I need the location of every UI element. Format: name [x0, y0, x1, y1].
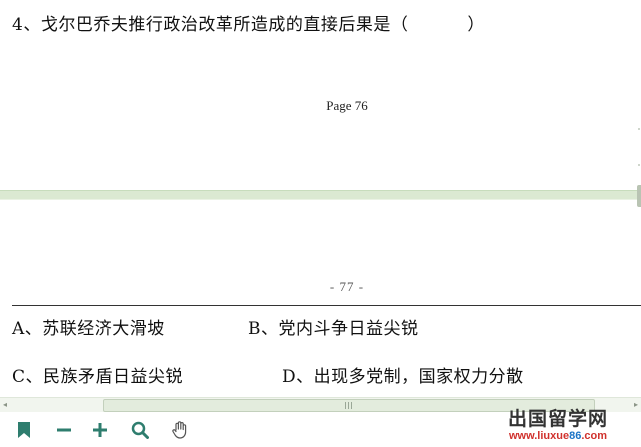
scroll-right-arrow-icon[interactable]: ▸: [634, 399, 638, 411]
side-panel-handle[interactable]: [637, 185, 641, 207]
grip-icon: [345, 402, 353, 409]
watermark-title: 出国留学网: [507, 408, 608, 430]
zoom-out-button[interactable]: [52, 418, 76, 442]
zoom-in-icon: [93, 423, 107, 437]
zoom-out-icon: [57, 428, 71, 432]
watermark-logo: 出国留学网 www.liuxue86.com: [483, 408, 633, 443]
page-footer: - 77 -: [329, 279, 365, 294]
option-b: B、党内斗争日益尖锐: [248, 319, 419, 339]
search-icon: [131, 421, 149, 439]
page-separator: [0, 190, 641, 200]
option-a: A、苏联经济大滑坡: [12, 319, 165, 339]
zoom-in-button[interactable]: [88, 418, 112, 442]
question-text: 4、戈尔巴乔夫推行政治改革所造成的直接后果是（ ）: [12, 15, 485, 35]
scroll-left-arrow-icon[interactable]: ◂: [3, 399, 7, 411]
hand-tool-button[interactable]: [168, 418, 192, 442]
hand-tool-icon: [172, 421, 187, 439]
option-c: C、民族矛盾日益尖锐: [12, 367, 184, 387]
watermark-url: www.liuxue86.com: [508, 430, 608, 442]
page-label: Page 76: [326, 98, 368, 113]
bookmark-button[interactable]: [12, 418, 36, 442]
option-d: D、出现多党制，国家权力分散: [282, 367, 524, 387]
divider-line: [12, 305, 641, 306]
scroll-markers: [638, 128, 640, 166]
search-button[interactable]: [128, 418, 152, 442]
bookmark-icon: [18, 422, 30, 438]
